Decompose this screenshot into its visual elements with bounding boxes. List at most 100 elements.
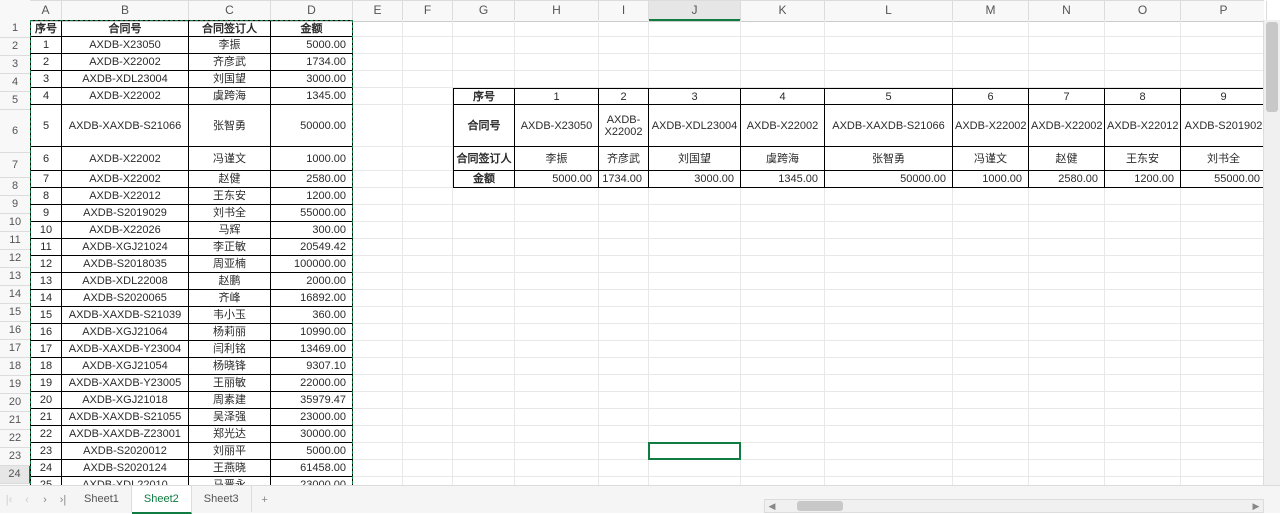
cell[interactable] [741,477,825,485]
cell[interactable] [353,460,403,477]
table-cell[interactable]: 王丽敏 [189,375,271,392]
table-cell[interactable]: AXDB-XGJ21018 [62,392,189,409]
table-cell[interactable]: 闫利铭 [189,341,271,358]
row-header-3[interactable]: 3 [0,56,30,74]
column-header-A[interactable]: A [30,1,62,21]
table-cell[interactable]: AXDB-S201902 [1181,105,1267,147]
cell[interactable] [353,273,403,290]
table-cell[interactable]: AXDB-X22002 [62,88,189,105]
cell[interactable] [453,205,515,222]
table-cell[interactable]: AXDB-X22002 [62,54,189,71]
sheet-tab[interactable]: Sheet1 [72,486,132,512]
table-cell[interactable]: AXDB-XDL23004 [649,105,741,147]
table-cell[interactable]: 7 [1029,88,1105,105]
cells-area[interactable]: 序号合同号合同签订人金额1AXDB-X23050李振5000.002AXDB-X… [30,20,1264,485]
cell[interactable] [353,443,403,460]
table-cell[interactable]: 1200.00 [271,188,353,205]
cell[interactable] [1029,71,1105,88]
cell[interactable] [1029,375,1105,392]
cell[interactable] [825,409,953,426]
cell[interactable] [649,256,741,273]
cell[interactable] [453,477,515,485]
cell[interactable] [649,222,741,239]
table-cell[interactable]: 1734.00 [271,54,353,71]
table-cell[interactable]: 22 [30,426,62,443]
table-cell[interactable]: AXDB-X22002 [599,105,649,147]
horizontal-table-row-header[interactable]: 序号 [453,88,515,105]
cell[interactable] [403,392,453,409]
cell[interactable] [1105,239,1181,256]
cell[interactable] [649,37,741,54]
cell[interactable] [353,88,403,105]
cell[interactable] [741,20,825,37]
table-cell[interactable]: AXDB-X22002 [741,105,825,147]
table-cell[interactable]: 虞跨海 [741,147,825,171]
table-cell[interactable]: 7 [30,171,62,188]
cell[interactable] [453,426,515,443]
table-cell[interactable]: 10990.00 [271,324,353,341]
table-cell[interactable]: 张智勇 [825,147,953,171]
table-cell[interactable]: 17 [30,341,62,358]
table-cell[interactable]: 刘书全 [1181,147,1267,171]
table-cell[interactable]: 5000.00 [271,443,353,460]
cell[interactable] [1029,188,1105,205]
table-cell[interactable]: AXDB-XDL23004 [62,71,189,88]
row-header-22[interactable]: 22 [0,430,30,448]
cell[interactable] [453,188,515,205]
cell[interactable] [649,205,741,222]
horizontal-table-row-header[interactable]: 金额 [453,171,515,188]
cell[interactable] [649,54,741,71]
cell[interactable] [403,54,453,71]
cell[interactable] [825,54,953,71]
cell[interactable] [453,290,515,307]
table-cell[interactable]: 1 [30,37,62,54]
cell[interactable] [599,307,649,324]
cell[interactable] [1181,20,1267,37]
cell[interactable] [403,20,453,37]
cell[interactable] [825,460,953,477]
cell[interactable] [353,426,403,443]
table-cell[interactable]: 9 [1181,88,1267,105]
cell[interactable] [515,375,599,392]
cell[interactable] [741,37,825,54]
cell[interactable] [825,205,953,222]
cell[interactable] [953,205,1029,222]
table-cell[interactable]: AXDB-S2020065 [62,290,189,307]
column-header-F[interactable]: F [403,1,453,21]
cell[interactable] [403,105,453,147]
column-header-P[interactable]: P [1181,1,1267,21]
table-cell[interactable]: 王东安 [189,188,271,205]
row-header-16[interactable]: 16 [0,322,30,340]
horizontal-table-row-header[interactable]: 合同签订人 [453,147,515,171]
cell[interactable] [825,307,953,324]
cell[interactable] [1105,290,1181,307]
table-cell[interactable]: 齐峰 [189,290,271,307]
cell[interactable] [453,222,515,239]
cell[interactable] [1105,71,1181,88]
table-cell[interactable]: AXDB-XAXDB-S21066 [62,105,189,147]
hscroll-thumb[interactable] [797,501,843,511]
column-header-C[interactable]: C [189,1,271,21]
cell[interactable] [353,307,403,324]
table-cell[interactable]: 齐彦武 [189,54,271,71]
cell[interactable] [1029,409,1105,426]
cell[interactable] [599,37,649,54]
cell[interactable] [1029,392,1105,409]
cell[interactable] [515,222,599,239]
cell[interactable] [353,477,403,485]
cell[interactable] [1029,273,1105,290]
cell[interactable] [953,358,1029,375]
cell[interactable] [599,188,649,205]
cell[interactable] [1105,375,1181,392]
table-cell[interactable]: 20549.42 [271,239,353,256]
table-cell[interactable]: 5 [30,105,62,147]
column-header-M[interactable]: M [953,1,1029,21]
table-cell[interactable]: 20 [30,392,62,409]
table-cell[interactable]: AXDB-XDL22010 [62,477,189,485]
table-cell[interactable]: 2 [30,54,62,71]
table-cell[interactable]: 15 [30,307,62,324]
table-cell[interactable]: 杨晓锋 [189,358,271,375]
cell[interactable] [649,477,741,485]
table-cell[interactable]: 王东安 [1105,147,1181,171]
cell[interactable] [649,358,741,375]
